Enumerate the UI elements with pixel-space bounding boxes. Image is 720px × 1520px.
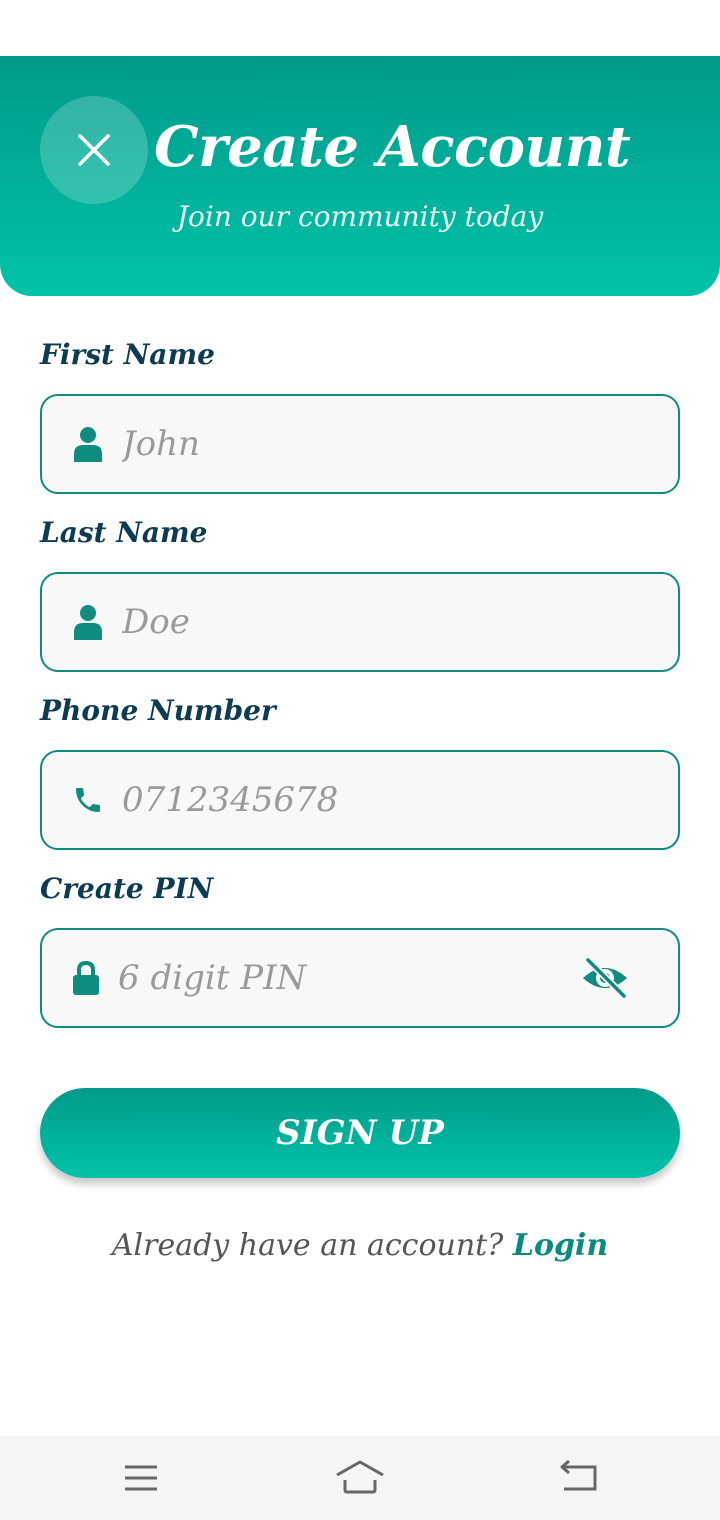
menu-icon[interactable]	[116, 1456, 166, 1500]
login-link[interactable]: Login	[513, 1228, 608, 1263]
create-pin-label: Create PIN	[40, 872, 214, 905]
person-icon	[74, 605, 102, 640]
close-icon	[78, 134, 110, 166]
header: Create Account Join our community today	[0, 56, 720, 296]
phone-number-field[interactable]	[40, 750, 680, 850]
first-name-input[interactable]	[122, 416, 562, 472]
sign-up-button[interactable]: SIGN UP	[40, 1088, 680, 1178]
create-pin-input[interactable]	[118, 950, 558, 1006]
home-icon[interactable]	[335, 1456, 385, 1500]
page-subtitle: Join our community today	[176, 200, 544, 233]
login-prompt-text: Already have an account?	[111, 1228, 504, 1263]
last-name-input[interactable]	[122, 594, 562, 650]
back-icon[interactable]	[554, 1456, 604, 1500]
person-icon	[74, 427, 102, 462]
last-name-field[interactable]	[40, 572, 680, 672]
create-pin-field[interactable]	[40, 928, 680, 1028]
phone-number-input[interactable]	[122, 772, 562, 828]
eye-off-icon[interactable]	[580, 956, 630, 1000]
phone-number-label: Phone Number	[40, 694, 276, 727]
page-title: Create Account	[154, 114, 631, 180]
close-button[interactable]	[40, 96, 148, 204]
phone-icon	[76, 788, 100, 812]
first-name-label: First Name	[40, 338, 215, 371]
first-name-field[interactable]	[40, 394, 680, 494]
last-name-label: Last Name	[40, 516, 208, 549]
login-prompt: Already have an account? Login	[0, 1228, 720, 1263]
lock-icon	[73, 960, 99, 995]
system-navigation-bar	[0, 1436, 720, 1520]
